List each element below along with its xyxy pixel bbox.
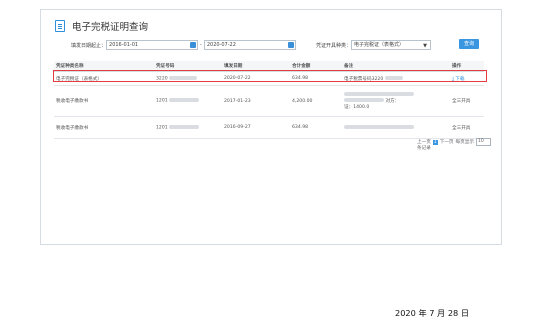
cell-note-text: 对方： [385,98,400,104]
document-icon [55,20,65,32]
cell-number-text: 1201 [156,98,168,104]
redacted-block [344,92,414,97]
date-from-input[interactable]: 2016-01-01 [106,40,199,50]
type-filter: 凭证开具种类： 电子完税证（表格式） ▼ [316,40,432,50]
chevron-down-icon: ▼ [423,43,428,49]
table-row: 税收电子缴款书 1201 2016-09-27 634.98 全三开具 [54,116,484,139]
cell-amount: 634.98 [290,116,342,139]
redacted-block [344,98,384,103]
table-row: 税收电子缴款书 1201 2017-01-23 4,200.00 对方： 证：1… [54,85,484,117]
cell-name: 税收电子缴款书 [54,85,154,117]
type-label: 凭证开具种类： [316,42,352,49]
redacted-block [169,124,200,129]
query-panel: 电子完税证明查询 填发日期起止： 2016-01-01 - 2020-07-22… [40,9,502,245]
redacted-block [169,98,200,103]
cell-date: 2017-01-23 [222,85,290,117]
cell-name: 税收电子缴款书 [54,116,154,139]
next-page-link[interactable]: 下一页 [440,139,454,145]
per-page-select[interactable]: 10 [475,138,491,146]
date-separator: - [200,42,202,48]
date-to-value: 2020-07-22 [206,42,236,48]
cell-number: 1201 [154,116,222,139]
cell-number-text: 1201 [156,125,168,131]
title-row: 电子完税证明查询 [55,18,148,34]
highlight-box [53,70,487,82]
query-button[interactable]: 查询 [459,39,479,49]
cell-note-text: 证：1400.0 [344,104,370,110]
per-page-label: 每页显示 [455,140,474,145]
date-from-value: 2016-01-01 [109,42,139,48]
type-select[interactable]: 电子完税证（表格式） ▼ [351,40,432,50]
cell-note: 对方： 证：1400.0 [342,85,450,117]
footer-date: 2020 年 7 月 28 日 [395,308,470,318]
redacted-block [344,124,414,129]
calendar-icon[interactable] [190,42,197,48]
page-title: 电子完税证明查询 [72,22,149,33]
calendar-icon[interactable] [287,42,294,48]
cell-note [342,116,450,139]
cell-action[interactable]: 全三开具 [450,85,484,117]
cell-number: 1201 [154,85,222,117]
current-page[interactable]: 1 [432,139,438,145]
date-range-label: 填发日期起止： [71,42,107,49]
type-select-value: 电子完税证（表格式） [354,42,405,48]
cell-action[interactable]: 全三开具 [450,116,484,139]
cell-date: 2016-09-27 [222,116,290,139]
date-to-input[interactable]: 2020-07-22 [203,40,296,50]
records-label: 条记录 [417,146,431,151]
cell-amount: 4,200.00 [290,85,342,117]
date-range-filter: 填发日期起止： 2016-01-01 - 2020-07-22 [71,40,296,50]
